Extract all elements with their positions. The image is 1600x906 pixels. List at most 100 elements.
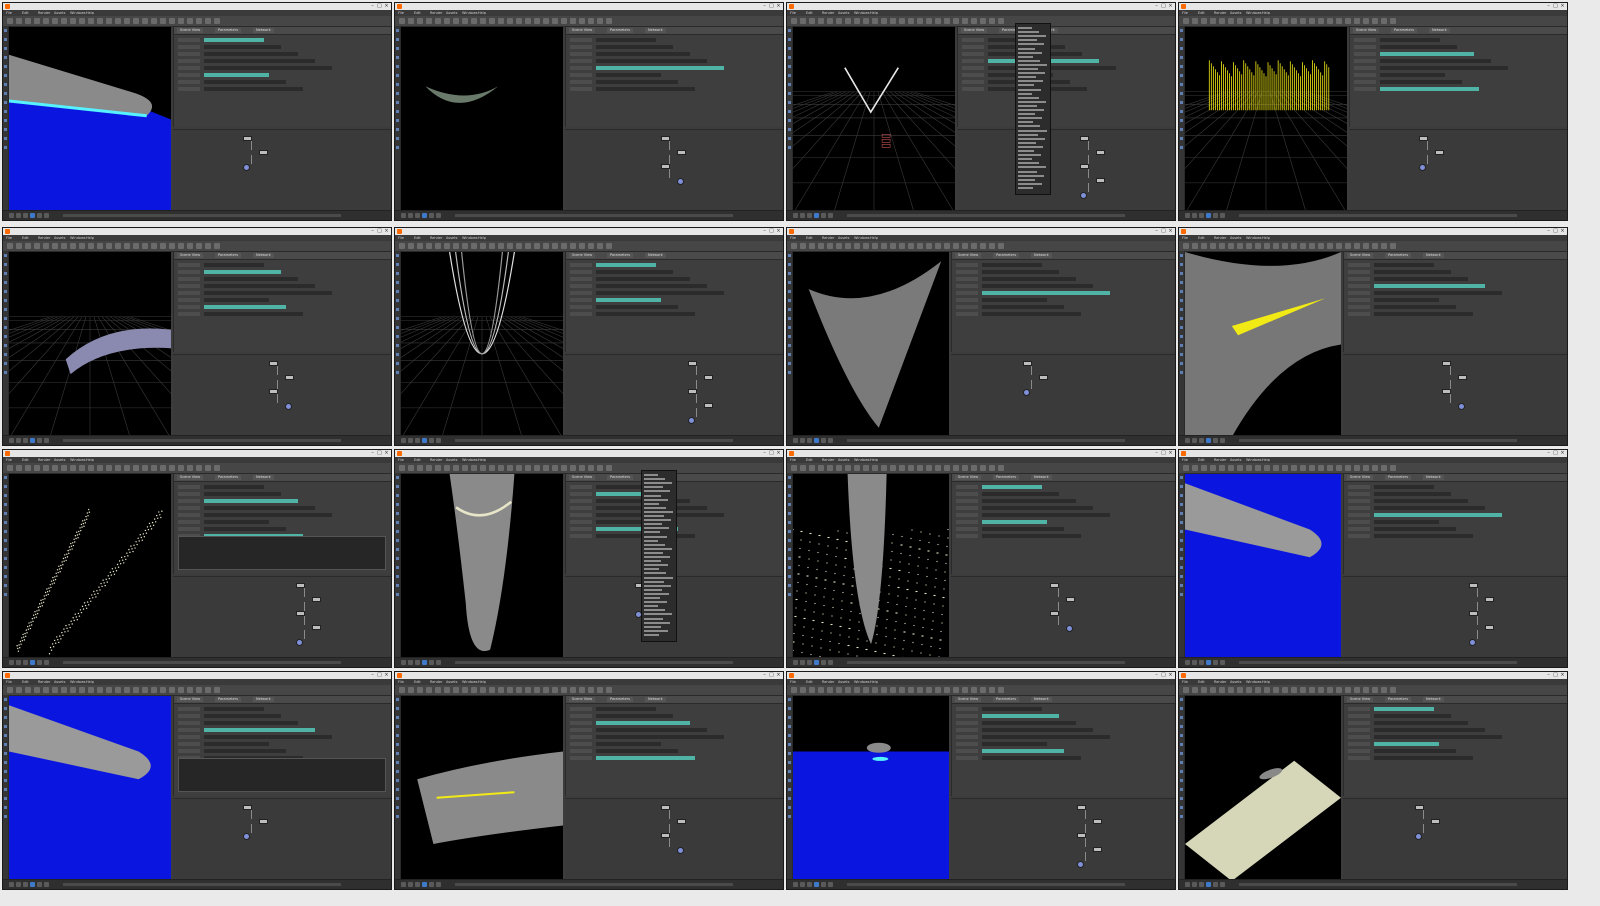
shelf-tool-icon[interactable]	[396, 707, 399, 710]
shelf-tool-icon[interactable]	[396, 317, 399, 320]
parameter-row[interactable]	[960, 87, 1174, 91]
shelf-tool-icon[interactable]	[4, 92, 7, 95]
tool-icon[interactable]	[79, 243, 85, 249]
tool-icon[interactable]	[818, 18, 824, 24]
shelf-tool-icon[interactable]	[1180, 128, 1183, 131]
shelf-tool-icon[interactable]	[788, 521, 791, 524]
parameter-field[interactable]	[596, 707, 656, 711]
tool-icon[interactable]	[489, 465, 495, 471]
shelf-tool-icon[interactable]	[788, 788, 791, 791]
tool-icon[interactable]	[926, 687, 932, 693]
tool-icon[interactable]	[1372, 18, 1378, 24]
tool-icon[interactable]	[435, 687, 441, 693]
parameter-field[interactable]	[596, 284, 707, 288]
shelf-tool-icon[interactable]	[396, 263, 399, 266]
parameter-field[interactable]	[1374, 270, 1451, 274]
parameter-row[interactable]	[1352, 38, 1566, 42]
parameter-row[interactable]	[176, 66, 390, 70]
shelf-tool-icon[interactable]	[788, 137, 791, 140]
parameter-row[interactable]	[176, 291, 390, 295]
parameter-field[interactable]	[204, 277, 298, 281]
shelf-tool-icon[interactable]	[4, 146, 7, 149]
app-window-thumbnail[interactable]: – □ × File Edit Render Assets Windows Help Scene …	[786, 671, 1176, 890]
playback-button[interactable]	[429, 438, 434, 443]
tool-icon[interactable]	[881, 687, 887, 693]
tool-icon[interactable]	[1381, 465, 1387, 471]
tool-icon[interactable]	[890, 465, 896, 471]
shelf-tool-icon[interactable]	[1180, 353, 1183, 356]
close-icon[interactable]: ×	[1168, 673, 1173, 678]
shelf-tool-icon[interactable]	[1180, 788, 1183, 791]
network-node[interactable]	[1095, 150, 1105, 155]
timeline-slider[interactable]	[63, 439, 341, 442]
shelf-tool-icon[interactable]	[396, 326, 399, 329]
playback-button[interactable]	[821, 882, 826, 887]
tool-icon[interactable]	[205, 465, 211, 471]
tool-icon[interactable]	[570, 687, 576, 693]
parameter-row[interactable]	[954, 506, 1174, 510]
parameter-field[interactable]	[1374, 263, 1434, 267]
shelf-tool-icon[interactable]	[1180, 74, 1183, 77]
minimize-icon[interactable]: –	[370, 673, 375, 678]
parameter-row[interactable]	[1346, 527, 1566, 531]
shelf-tool-icon[interactable]	[396, 779, 399, 782]
shelf-tool-icon[interactable]	[788, 326, 791, 329]
shelf-tool-icon[interactable]	[396, 344, 399, 347]
pane-tab[interactable]: Scene View	[1347, 697, 1374, 702]
app-window-thumbnail[interactable]: – □ × File Edit Render Assets Windows Help Scene …	[1178, 227, 1568, 446]
menu-option[interactable]	[644, 633, 659, 636]
menu-option[interactable]	[1018, 59, 1040, 62]
tool-icon[interactable]	[1246, 465, 1252, 471]
tab-menu-dropdown[interactable]	[641, 470, 677, 642]
tool-icon[interactable]	[543, 687, 549, 693]
parameter-field[interactable]	[204, 742, 269, 746]
pane-tab[interactable]: Parameters	[1385, 253, 1412, 258]
playback-button[interactable]	[408, 438, 413, 443]
tool-icon[interactable]	[61, 465, 67, 471]
parameter-row[interactable]	[1346, 270, 1566, 274]
parameter-field[interactable]	[982, 312, 1081, 316]
tool-icon[interactable]	[25, 243, 31, 249]
shelf-tool-icon[interactable]	[4, 752, 7, 755]
playback-button[interactable]	[401, 660, 406, 665]
playback-button[interactable]	[793, 438, 798, 443]
parameter-row[interactable]	[176, 506, 390, 510]
minimize-icon[interactable]: –	[1154, 673, 1159, 678]
parameter-row[interactable]	[960, 73, 1174, 77]
parameter-row[interactable]	[960, 80, 1174, 84]
parameter-field[interactable]	[982, 756, 1081, 760]
playback-button[interactable]	[9, 438, 14, 443]
shelf-tool-icon[interactable]	[788, 65, 791, 68]
parameter-row[interactable]	[954, 534, 1174, 538]
parameter-field[interactable]	[1374, 520, 1439, 524]
menu-option[interactable]	[1018, 43, 1044, 46]
timeline-slider[interactable]	[455, 661, 733, 664]
app-window-thumbnail[interactable]: – □ × File Edit Render Assets Windows Help Scene …	[1178, 2, 1568, 221]
parameter-row[interactable]	[1346, 263, 1566, 267]
shelf-tool-icon[interactable]	[396, 47, 399, 50]
parameter-field[interactable]	[1374, 527, 1456, 531]
playback-button[interactable]	[1199, 882, 1204, 887]
tool-icon[interactable]	[836, 18, 842, 24]
tool-icon[interactable]	[507, 687, 513, 693]
parameter-row[interactable]	[954, 527, 1174, 531]
tool-icon[interactable]	[1192, 687, 1198, 693]
shelf-tool-icon[interactable]	[4, 566, 7, 569]
tool-icon[interactable]	[1318, 465, 1324, 471]
tool-icon[interactable]	[160, 18, 166, 24]
shelf-tool-icon[interactable]	[396, 299, 399, 302]
tool-icon[interactable]	[1372, 687, 1378, 693]
tool-icon[interactable]	[597, 18, 603, 24]
tool-icon[interactable]	[169, 465, 175, 471]
node-network-pane[interactable]	[1343, 798, 1567, 882]
shelf-tool-icon[interactable]	[788, 101, 791, 104]
tool-icon[interactable]	[854, 465, 860, 471]
app-window-thumbnail[interactable]: – □ × File Edit Render Assets Windows Help Scene …	[786, 449, 1176, 668]
tool-icon[interactable]	[854, 18, 860, 24]
pane-tab[interactable]: Parameters	[607, 697, 634, 702]
maximize-icon[interactable]: □	[1553, 229, 1558, 234]
tool-icon[interactable]	[827, 243, 833, 249]
parameter-row[interactable]	[568, 270, 782, 274]
tool-icon[interactable]	[214, 18, 220, 24]
parameter-field[interactable]	[982, 534, 1081, 538]
